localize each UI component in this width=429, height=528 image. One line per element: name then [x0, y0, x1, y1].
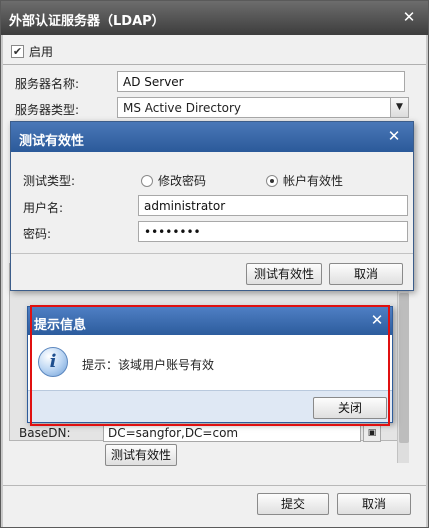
info-dialog-close-icon[interactable]: ✕ — [368, 311, 386, 329]
radio-change-password[interactable] — [141, 174, 153, 187]
test-type-radio-group: 修改密码 帐户有效性 — [141, 172, 343, 189]
info-dialog-titlebar[interactable]: 提示信息 ✕ — [28, 307, 392, 335]
test-cancel-button[interactable]: 取消 — [329, 263, 403, 285]
server-type-label: 服务器类型: — [15, 103, 80, 117]
test-dialog-close-icon[interactable]: ✕ — [385, 127, 403, 145]
ldap-dialog-close-icon[interactable]: ✕ — [400, 8, 418, 26]
radio-account-validity[interactable] — [266, 174, 279, 187]
info-close-button[interactable]: 关闭 — [313, 397, 387, 419]
info-message: 提示：该域用户账号有效 — [82, 358, 215, 372]
username-field[interactable] — [138, 195, 408, 216]
info-dialog: 提示信息 ✕ i 提示：该域用户账号有效 关闭 — [27, 306, 393, 423]
test-type-row: 测试类型: 修改密码 帐户有效性 — [23, 168, 403, 190]
base-dn-label: BaseDN: — [19, 426, 71, 440]
test-type-label: 测试类型: — [23, 174, 76, 188]
info-icon: i — [38, 347, 68, 377]
scrollbar-thumb[interactable] — [399, 293, 409, 443]
test-dialog-title: 测试有效性 — [19, 134, 85, 149]
chevron-down-icon[interactable]: ▼ — [390, 98, 408, 117]
password-label: 密码: — [23, 227, 52, 241]
info-dialog-footer: 关闭 — [28, 390, 392, 422]
server-type-select[interactable]: MS Active Directory ▼ — [117, 97, 409, 118]
info-dialog-body: i 提示：该域用户账号有效 — [28, 335, 392, 390]
enable-row: ✔ 启用 — [11, 43, 53, 59]
divider — [3, 64, 426, 65]
scrollbar[interactable] — [397, 263, 409, 463]
enable-checkbox[interactable]: ✔ — [11, 44, 24, 58]
browse-icon[interactable]: ▣ — [363, 424, 381, 442]
footer-divider — [3, 485, 426, 486]
server-type-value: MS Active Directory — [123, 101, 242, 115]
server-name-field[interactable] — [117, 71, 405, 92]
radio-change-password-label: 修改密码 — [158, 174, 207, 188]
test-dialog-titlebar[interactable]: 测试有效性 ✕ — [11, 122, 413, 152]
info-dialog-title: 提示信息 — [34, 318, 87, 333]
ldap-dialog-titlebar[interactable]: 外部认证服务器（LDAP） ✕ — [1, 1, 428, 35]
test-button[interactable]: 测试有效性 — [246, 263, 322, 285]
cancel-button[interactable]: 取消 — [337, 493, 411, 515]
password-field[interactable] — [138, 221, 408, 242]
server-name-row: 服务器名称: — [15, 71, 405, 93]
server-type-row: 服务器类型: MS Active Directory ▼ — [15, 97, 409, 119]
test-validity-dialog: 测试有效性 ✕ 测试类型: 修改密码 帐户有效性 用户名: 密码: 测试有效性 … — [10, 121, 414, 291]
username-row: 用户名: — [23, 195, 408, 217]
enable-label: 启用 — [29, 44, 54, 59]
submit-button[interactable]: 提交 — [257, 493, 329, 515]
server-name-label: 服务器名称: — [15, 77, 80, 91]
ldap-dialog-title: 外部认证服务器（LDAP） — [9, 14, 165, 29]
test-dialog-divider — [11, 253, 413, 254]
password-row: 密码: — [23, 221, 408, 243]
username-label: 用户名: — [23, 201, 64, 215]
base-dn-field[interactable]: DC=sangfor,DC=com — [103, 424, 361, 442]
test-validity-button[interactable]: 测试有效性 — [105, 444, 177, 466]
radio-account-validity-label: 帐户有效性 — [283, 174, 344, 188]
